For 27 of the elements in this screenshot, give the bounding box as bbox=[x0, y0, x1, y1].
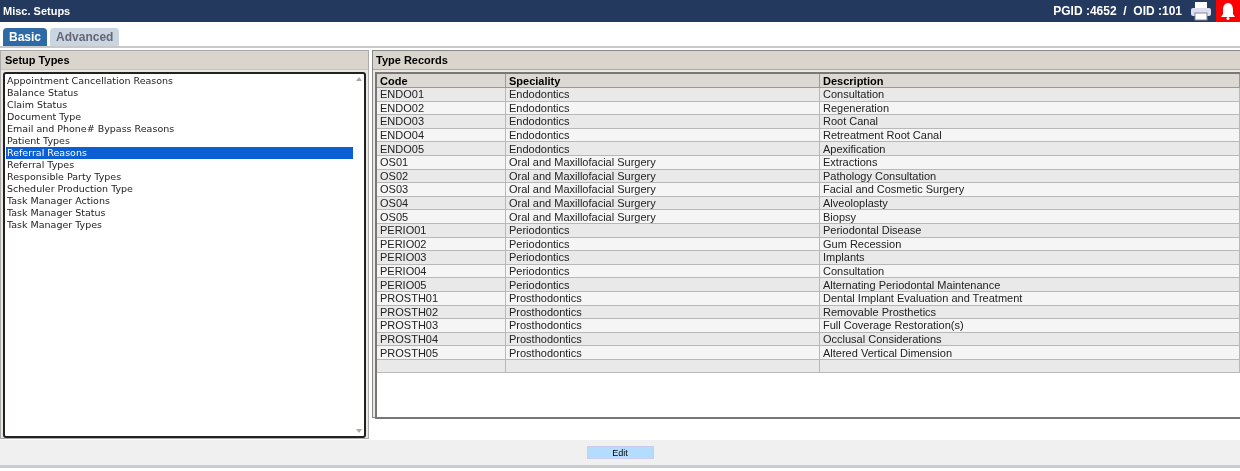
list-item[interactable]: Referral Reasons bbox=[6, 147, 353, 159]
column-header[interactable]: Description bbox=[819, 74, 1240, 88]
window-title: Misc. Setups bbox=[3, 5, 72, 17]
edit-button[interactable]: Edit bbox=[586, 446, 654, 459]
panel-title: Type Records bbox=[373, 51, 1240, 70]
column-header[interactable]: Code bbox=[377, 74, 506, 88]
list-item[interactable]: Claim Status bbox=[6, 99, 353, 111]
list-item[interactable]: Task Manager Types bbox=[6, 219, 353, 231]
list-item[interactable]: Appointment Cancellation Reasons bbox=[6, 75, 353, 87]
list-item[interactable]: Patient Types bbox=[6, 135, 353, 147]
list-item[interactable]: Referral Types bbox=[6, 159, 353, 171]
list-item[interactable]: Task Manager Actions bbox=[6, 195, 353, 207]
tab[interactable]: Basic bbox=[3, 28, 48, 46]
tab[interactable]: Advanced bbox=[50, 28, 120, 46]
printer-icon[interactable] bbox=[1190, 1, 1212, 21]
panel-title: Setup Types bbox=[1, 51, 368, 70]
column-header[interactable]: Speciality bbox=[505, 74, 820, 88]
list-item[interactable]: Scheduler Production Type bbox=[6, 183, 353, 195]
list-item[interactable]: Task Manager Status bbox=[6, 207, 353, 219]
bell-icon[interactable] bbox=[1220, 2, 1236, 20]
list-item[interactable]: Responsible Party Types bbox=[6, 171, 353, 183]
list-item[interactable]: Balance Status bbox=[6, 87, 353, 99]
scroll-down-icon[interactable] bbox=[355, 429, 362, 433]
ids-label: PGID :4652 / OID :101 bbox=[1053, 4, 1182, 18]
scroll-up-icon[interactable] bbox=[355, 77, 362, 81]
list-item[interactable]: Document Type bbox=[6, 111, 353, 123]
list-item[interactable]: Email and Phone# Bypass Reasons bbox=[6, 123, 353, 135]
